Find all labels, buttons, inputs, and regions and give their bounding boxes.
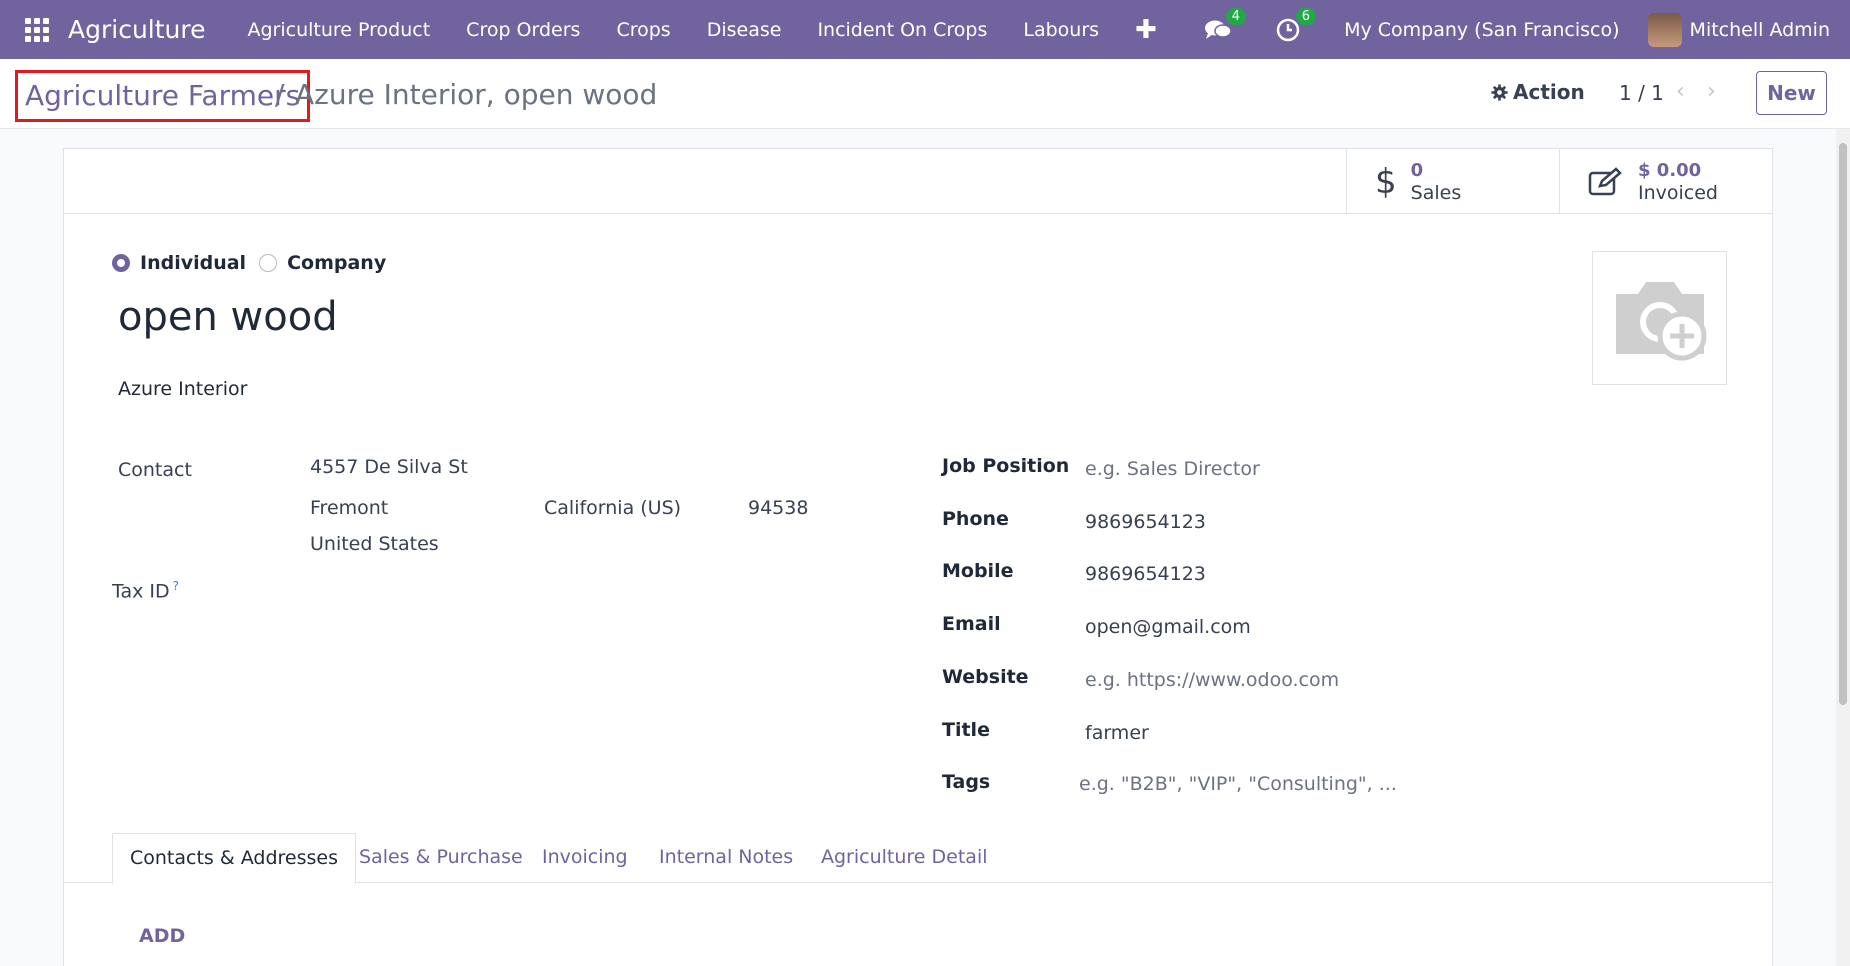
tax-id-label: Tax ID? [112, 579, 179, 602]
action-button[interactable]: Action [1491, 80, 1585, 104]
tab-agriculture-detail[interactable]: Agriculture Detail [804, 833, 1005, 883]
form-sheet: $ 0 Sales $ 0.00 Invoiced Individual Com… [63, 148, 1773, 966]
email-label: Email [942, 613, 1001, 635]
photo-upload[interactable] [1592, 251, 1727, 385]
avatar[interactable] [1647, 12, 1682, 47]
tax-id-label-text: Tax ID [112, 580, 170, 603]
menu-crop-orders[interactable]: Crop Orders [448, 19, 598, 41]
contact-name-field[interactable]: open wood [118, 294, 338, 340]
gear-icon [1491, 83, 1508, 101]
job-position-field[interactable]: e.g. Sales Director [1085, 458, 1260, 480]
breadcrumb-current-record: Azure Interior, open wood [295, 78, 658, 111]
scrollbar-thumb[interactable] [1839, 143, 1847, 705]
phone-label: Phone [942, 508, 1009, 530]
invoiced-label: Invoiced [1638, 181, 1718, 204]
website-label: Website [942, 666, 1029, 688]
company-switcher[interactable]: My Company (San Francisco) [1344, 19, 1619, 41]
parent-company-field[interactable]: Azure Interior [118, 378, 247, 400]
sales-smart-button[interactable]: $ 0 Sales [1346, 149, 1559, 214]
invoiced-smart-button[interactable]: $ 0.00 Invoiced [1559, 149, 1773, 214]
menu-agriculture-product[interactable]: Agriculture Product [230, 19, 449, 41]
invoiced-amount: $ 0.00 [1638, 159, 1702, 181]
street-field[interactable]: 4557 De Silva St [310, 456, 468, 478]
messages-button[interactable]: 4 [1204, 7, 1247, 44]
email-field[interactable]: open@gmail.com [1085, 616, 1251, 638]
radio-company-label[interactable]: Company [287, 252, 386, 274]
sales-count: 0 [1410, 159, 1424, 181]
activities-button[interactable]: 6 [1274, 7, 1317, 44]
radio-company[interactable] [259, 254, 278, 272]
zip-field[interactable]: 94538 [748, 497, 808, 519]
mobile-label: Mobile [942, 560, 1014, 582]
radio-individual[interactable] [112, 254, 130, 272]
tab-internal-notes[interactable]: Internal Notes [642, 833, 810, 883]
breadcrumb-separator: / [275, 78, 285, 111]
title-label: Title [942, 719, 990, 741]
apps-menu-icon[interactable] [25, 17, 49, 42]
country-field[interactable]: United States [310, 533, 439, 555]
help-icon[interactable]: ? [173, 579, 179, 593]
phone-field[interactable]: 9869654123 [1085, 511, 1206, 533]
menu-incident-on-crops[interactable]: Incident On Crops [799, 19, 1005, 41]
contact-label: Contact [118, 459, 192, 481]
title-field[interactable]: farmer [1085, 722, 1149, 744]
edit-icon [1588, 166, 1622, 195]
state-field[interactable]: California (US) [544, 497, 681, 519]
chevron-left-icon[interactable]: ‹ [1676, 79, 1685, 104]
new-button[interactable]: New [1756, 71, 1827, 115]
action-label: Action [1513, 80, 1585, 104]
smart-button-box: $ 0 Sales $ 0.00 Invoiced [64, 149, 1772, 214]
radio-individual-label[interactable]: Individual [140, 252, 246, 274]
activities-badge: 6 [1295, 7, 1317, 25]
add-contact-button[interactable]: ADD [139, 925, 185, 947]
website-field[interactable]: e.g. https://www.odoo.com [1085, 669, 1339, 691]
menu-disease[interactable]: Disease [689, 19, 800, 41]
sales-label: Sales [1410, 181, 1462, 204]
tab-sales-purchase[interactable]: Sales & Purchase [342, 833, 540, 883]
scrollbar[interactable] [1836, 129, 1850, 966]
tags-field[interactable]: e.g. "B2B", "VIP", "Consulting", ... [1079, 773, 1397, 795]
tab-contacts-addresses[interactable]: Contacts & Addresses [112, 833, 356, 884]
app-name[interactable]: Agriculture [68, 15, 206, 44]
city-field[interactable]: Fremont [310, 497, 388, 519]
tags-label: Tags [942, 771, 991, 793]
pager-value[interactable]: 1 / 1 [1619, 81, 1664, 105]
messages-badge: 4 [1225, 7, 1247, 25]
breadcrumb-agriculture-farmers[interactable]: Agriculture Farmers [15, 70, 311, 122]
tab-invoicing[interactable]: Invoicing [525, 833, 645, 883]
job-position-label: Job Position [942, 455, 1070, 477]
control-panel: Agriculture Farmers / Azure Interior, op… [0, 59, 1850, 129]
company-type-radio: Individual Company [112, 252, 399, 274]
mobile-field[interactable]: 9869654123 [1085, 563, 1206, 585]
user-menu[interactable]: Mitchell Admin [1690, 19, 1830, 41]
plus-icon[interactable]: ✚ [1135, 15, 1157, 45]
camera-add-icon [1615, 282, 1706, 361]
notebook-tabs: Contacts & Addresses Sales & Purchase In… [64, 833, 1772, 884]
dollar-icon: $ [1375, 161, 1397, 202]
chevron-right-icon[interactable]: › [1707, 79, 1716, 104]
menu-labours[interactable]: Labours [1005, 19, 1117, 41]
menu-crops[interactable]: Crops [598, 19, 688, 41]
top-navbar: Agriculture Agriculture Product Crop Ord… [0, 0, 1850, 59]
